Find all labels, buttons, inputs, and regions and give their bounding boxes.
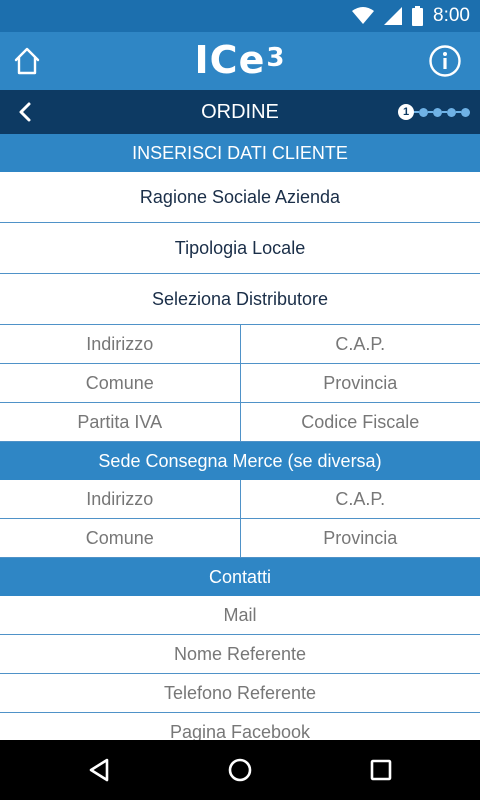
form-row: Indirizzo C.A.P.	[0, 325, 480, 364]
app-logo: ICe3	[0, 40, 480, 80]
section-header-contatti: Contatti	[0, 558, 480, 596]
logo-text: ICe	[194, 38, 266, 82]
nav-bar: ORDINE 1	[0, 90, 480, 134]
step-indicator: 1	[398, 104, 470, 120]
codice-fiscale-field[interactable]: Codice Fiscale	[241, 403, 480, 441]
tipologia-locale-field[interactable]: Tipologia Locale	[0, 223, 480, 274]
wifi-icon	[352, 7, 375, 24]
sede-comune-field[interactable]: Comune	[0, 519, 241, 557]
back-triangle-icon[interactable]	[84, 755, 114, 785]
app-bar: ICe3	[0, 32, 480, 90]
recents-square-icon[interactable]	[366, 755, 396, 785]
form-row: Indirizzo C.A.P.	[0, 480, 480, 519]
provincia-field[interactable]: Provincia	[241, 364, 480, 402]
logo-superscript: 3	[266, 43, 286, 73]
mail-field[interactable]: Mail	[0, 596, 480, 635]
signal-icon	[384, 7, 403, 25]
sede-provincia-field[interactable]: Provincia	[241, 519, 480, 557]
section-header-sede: Sede Consegna Merce (se diversa)	[0, 442, 480, 480]
sede-cap-field[interactable]: C.A.P.	[241, 480, 480, 518]
info-icon[interactable]	[428, 44, 462, 78]
indirizzo-field[interactable]: Indirizzo	[0, 325, 241, 363]
step-dot	[447, 107, 456, 117]
comune-field[interactable]: Comune	[0, 364, 241, 402]
status-bar: 8:00	[0, 0, 480, 32]
step-dot	[419, 107, 428, 117]
seleziona-distributore-field[interactable]: Seleziona Distributore	[0, 274, 480, 325]
home-circle-icon[interactable]	[225, 755, 255, 785]
step-dot	[461, 107, 470, 117]
form-row: Comune Provincia	[0, 519, 480, 558]
sede-indirizzo-field[interactable]: Indirizzo	[0, 480, 241, 518]
pagina-facebook-field[interactable]: Pagina Facebook	[0, 713, 480, 741]
battery-icon	[412, 6, 424, 26]
section-header-cliente: INSERISCI DATI CLIENTE	[0, 134, 480, 172]
ragione-sociale-field[interactable]: Ragione Sociale Azienda	[0, 172, 480, 223]
step-dot	[433, 107, 442, 117]
status-icons: 8:00	[352, 0, 470, 32]
step-current: 1	[398, 104, 414, 120]
form-row: Comune Provincia	[0, 364, 480, 403]
status-time: 8:00	[433, 5, 470, 26]
system-nav-bar	[0, 740, 480, 800]
telefono-referente-field[interactable]: Telefono Referente	[0, 674, 480, 713]
nome-referente-field[interactable]: Nome Referente	[0, 635, 480, 674]
form-row: Partita IVA Codice Fiscale	[0, 403, 480, 442]
partita-iva-field[interactable]: Partita IVA	[0, 403, 241, 441]
order-form: INSERISCI DATI CLIENTE Ragione Sociale A…	[0, 134, 480, 740]
cap-field[interactable]: C.A.P.	[241, 325, 480, 363]
